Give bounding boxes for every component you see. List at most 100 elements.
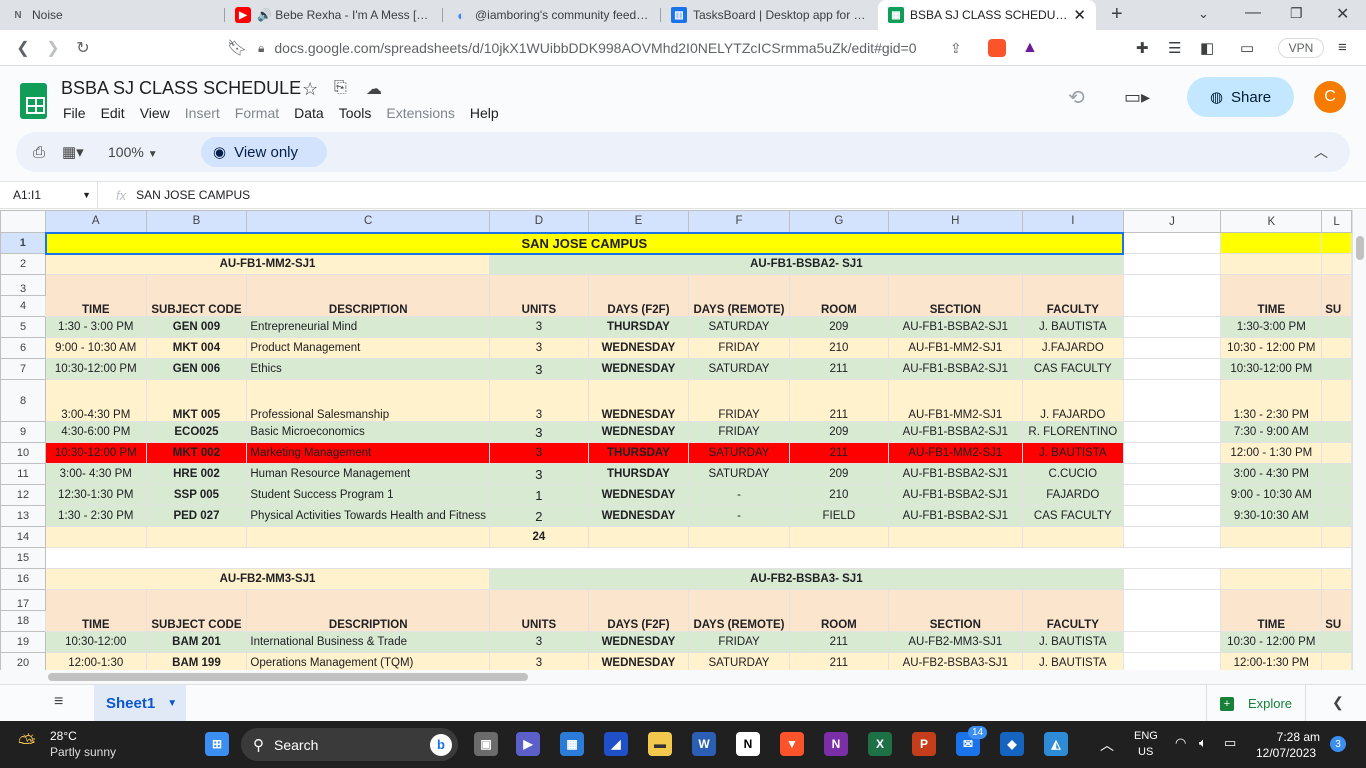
move-icon[interactable]: ⎘: [334, 79, 347, 97]
browser-tab-noise[interactable]: N Noise: [0, 0, 225, 30]
cell-description[interactable]: Physical Activities Towards Health and F…: [246, 505, 491, 527]
cell-time[interactable]: 12:30-1:30 PM: [45, 484, 147, 506]
notion-icon[interactable]: N: [736, 732, 760, 756]
cell-units[interactable]: 3: [489, 316, 589, 338]
cell[interactable]: [1122, 274, 1222, 317]
cell-section[interactable]: AU-FB1-BSBA2-SJ1: [887, 484, 1023, 506]
cell-subject-code[interactable]: GEN 006: [145, 358, 248, 380]
cell-days-remote[interactable]: SATURDAY: [688, 316, 790, 338]
row-header[interactable]: 12: [0, 484, 46, 506]
cell-time-k[interactable]: 3:00 - 4:30 PM: [1220, 463, 1323, 485]
header-time-2[interactable]: TIME: [45, 589, 147, 632]
cell-time[interactable]: 3:00-4:30 PM: [45, 379, 147, 422]
section-header-left-2[interactable]: AU-FB2-MM3-SJ1: [44, 568, 491, 590]
sheets-logo-icon[interactable]: [20, 83, 47, 119]
back-icon[interactable]: ❮: [8, 38, 38, 58]
cell-units[interactable]: 3: [489, 379, 589, 422]
header-days-f2f[interactable]: DAYS (F2F): [587, 274, 690, 317]
cell-days-remote[interactable]: FRIDAY: [688, 337, 790, 359]
cell-time[interactable]: 4:30-6:00 PM: [45, 421, 147, 443]
row-header[interactable]: 13: [0, 505, 46, 527]
cell-units[interactable]: 1: [489, 484, 589, 506]
view-only-button[interactable]: ◉ View only: [201, 137, 327, 167]
cell[interactable]: [45, 526, 147, 548]
name-box[interactable]: A1:I1 ▼: [0, 182, 98, 208]
cell[interactable]: [1122, 442, 1222, 464]
cell-days-remote[interactable]: SATURDAY: [688, 463, 790, 485]
section-header-right-2[interactable]: AU-FB2-BSBA3- SJ1: [489, 568, 1124, 590]
col-header-k[interactable]: K: [1220, 210, 1323, 233]
cell-faculty[interactable]: J. BAUTISTA: [1021, 631, 1124, 653]
browser-tab-youtube[interactable]: ▶ 🔊 Bebe Rexha - I'm A Mess [Offic: [225, 0, 443, 30]
header-units[interactable]: UNITS: [489, 274, 589, 317]
cell-days-remote[interactable]: -: [688, 505, 790, 527]
cell-time-k[interactable]: 12:00 - 1:30 PM: [1220, 442, 1323, 464]
cell-time-k[interactable]: 1:30-3:00 PM: [1220, 316, 1323, 338]
cell[interactable]: [1220, 232, 1323, 254]
cell-time[interactable]: 10:30-12:00 PM: [45, 442, 147, 464]
row-header[interactable]: 4: [0, 295, 46, 317]
paint-format-icon[interactable]: ▦▾: [62, 143, 84, 161]
row-header[interactable]: 7: [0, 358, 46, 380]
cell-days-f2f[interactable]: WEDNESDAY: [587, 652, 690, 670]
cell-description[interactable]: Student Success Program 1: [246, 484, 491, 506]
version-history-icon[interactable]: ⟲: [1068, 85, 1085, 110]
cell-section[interactable]: AU-FB1-BSBA2-SJ1: [887, 505, 1023, 527]
row-header[interactable]: 3: [0, 274, 46, 296]
cell-room[interactable]: 211: [788, 652, 889, 670]
cell-days-f2f[interactable]: WEDNESDAY: [587, 337, 690, 359]
cell-days-f2f[interactable]: WEDNESDAY: [587, 484, 690, 506]
col-header-e[interactable]: E: [587, 210, 690, 233]
browser-tab-sheets[interactable]: ▦ BSBA SJ CLASS SCHEDULE - G ✕: [878, 0, 1096, 30]
browser-menu-icon[interactable]: ≡: [1338, 39, 1347, 56]
row-header[interactable]: 19: [0, 631, 46, 653]
vpn-button[interactable]: VPN: [1278, 38, 1324, 58]
start-icon[interactable]: ⊞: [205, 732, 229, 756]
cell-description[interactable]: Basic Microeconomics: [246, 421, 491, 443]
star-icon[interactable]: ☆: [302, 79, 318, 100]
cell-room[interactable]: 211: [788, 631, 889, 653]
cell-faculty[interactable]: J. BAUTISTA: [1021, 316, 1124, 338]
cell-subject-code[interactable]: PED 027: [145, 505, 248, 527]
paint-icon[interactable]: ◭: [1044, 732, 1068, 756]
menu-help[interactable]: Help: [470, 105, 499, 121]
cell[interactable]: [1122, 232, 1222, 254]
forward-icon[interactable]: ❯: [38, 38, 68, 58]
cell[interactable]: [1122, 652, 1222, 670]
menu-data[interactable]: Data: [294, 105, 324, 121]
cell-description[interactable]: Entrepreneurial Mind: [246, 316, 491, 338]
cell[interactable]: [1321, 631, 1352, 653]
cell-description[interactable]: Operations Management (TQM): [246, 652, 491, 670]
close-tab-icon[interactable]: ✕: [1073, 6, 1086, 24]
extensions-icon[interactable]: ✚: [1136, 39, 1149, 57]
cell-subject-code[interactable]: ECO025: [145, 421, 248, 443]
cell[interactable]: [1122, 526, 1222, 548]
cell-description[interactable]: Product Management: [246, 337, 491, 359]
cell-units[interactable]: 3: [489, 337, 589, 359]
cell[interactable]: [1321, 316, 1352, 338]
share-button[interactable]: ◍ Share: [1187, 77, 1294, 117]
cell[interactable]: [1321, 568, 1352, 590]
row-header[interactable]: 15: [0, 547, 46, 569]
cell-time-k[interactable]: 10:30 - 12:00 PM: [1220, 631, 1323, 653]
all-sheets-icon[interactable]: ≡: [54, 693, 63, 711]
header-su-l-2[interactable]: SU: [1321, 589, 1352, 632]
cell-subject-code[interactable]: MKT 004: [145, 337, 248, 359]
row-header[interactable]: 11: [0, 463, 46, 485]
restore-icon[interactable]: ❐: [1290, 5, 1303, 22]
browser-tab-tasksboard[interactable]: ▥ TasksBoard | Desktop app for Goo: [661, 0, 878, 30]
weather-icon[interactable]: ⛅︎: [18, 730, 36, 756]
brave-rewards-icon[interactable]: ▲: [1022, 39, 1038, 57]
word-icon[interactable]: W: [692, 732, 716, 756]
cell-time[interactable]: 10:30-12:00: [45, 631, 147, 653]
corner-cell[interactable]: [0, 210, 46, 233]
cell-units[interactable]: 3: [489, 652, 589, 670]
cell-time[interactable]: 1:30 - 2:30 PM: [45, 505, 147, 527]
cell[interactable]: [1122, 421, 1222, 443]
defender-icon[interactable]: ◆: [1000, 732, 1024, 756]
cell-time-k[interactable]: 10:30-12:00 PM: [1220, 358, 1323, 380]
avatar[interactable]: C: [1314, 81, 1346, 113]
row-header[interactable]: 16: [0, 568, 46, 590]
cell[interactable]: [1321, 253, 1352, 275]
cell-section[interactable]: AU-FB1-BSBA2-SJ1: [887, 358, 1023, 380]
